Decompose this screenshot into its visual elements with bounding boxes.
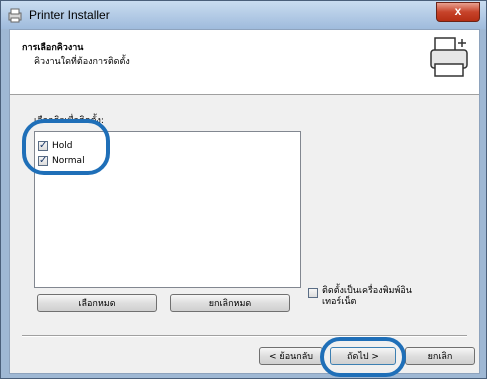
page-title: การเลือกคิวงาน xyxy=(22,43,84,53)
queue-highlight-ring xyxy=(22,119,110,175)
wizard-header: การเลือกคิวงาน คิวงานใดที่ต้องการติดตั้ง xyxy=(10,30,479,95)
page-subtitle: คิวงานใดที่ต้องการติดตั้ง xyxy=(34,57,130,67)
internet-printer-label: ติดตั้งเป็นเครื่องพิมพ์อิน เทอร์เน็ต xyxy=(322,286,412,308)
dialog-body: การเลือกคิวงาน คิวงานใดที่ต้องการติดตั้ง… xyxy=(9,29,480,374)
title-bar: Printer Installer x xyxy=(1,1,486,29)
select-all-button[interactable]: เลือกหมด xyxy=(37,294,157,312)
footer-divider xyxy=(22,335,467,337)
internet-printer-label-line1: ติดตั้งเป็นเครื่องพิมพ์อิน xyxy=(322,286,412,296)
internet-printer-checkbox[interactable] xyxy=(308,288,318,298)
installer-window: Printer Installer x การเลือกคิวงาน คิวงา… xyxy=(0,0,487,379)
next-highlight-ring xyxy=(320,337,406,377)
close-button[interactable]: x xyxy=(436,2,480,22)
internet-printer-option[interactable]: ติดตั้งเป็นเครื่องพิมพ์อิน เทอร์เน็ต xyxy=(308,286,412,308)
installer-app-icon xyxy=(8,8,22,23)
cancel-button[interactable]: ยกเลิก xyxy=(405,347,475,365)
window-title: Printer Installer xyxy=(29,8,110,22)
internet-printer-label-line2: เทอร์เน็ต xyxy=(322,297,357,307)
back-button[interactable]: < ย้อนกลับ xyxy=(259,347,323,365)
deselect-all-button[interactable]: ยกเลิกหมด xyxy=(170,294,290,312)
printer-icon xyxy=(430,37,468,77)
close-icon: x xyxy=(454,4,462,18)
